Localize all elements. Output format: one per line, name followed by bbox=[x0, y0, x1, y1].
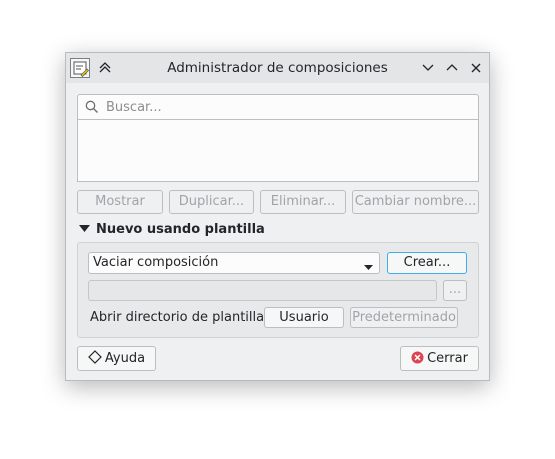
help-label: Ayuda bbox=[104, 351, 146, 366]
new-from-template-label: Nuevo usando plantilla bbox=[96, 222, 265, 237]
delete-button[interactable]: Eliminar... bbox=[260, 190, 346, 214]
maximize-chevron-up-icon[interactable] bbox=[443, 59, 461, 77]
create-button[interactable]: Crear... bbox=[387, 252, 467, 274]
duplicate-button[interactable]: Duplicar... bbox=[169, 190, 254, 214]
open-template-dir-label: Abrir directorio de plantillas bbox=[90, 310, 271, 325]
show-button[interactable]: Mostrar bbox=[77, 190, 163, 214]
template-select[interactable]: Vaciar composición bbox=[88, 252, 380, 274]
rename-button[interactable]: Cambiar nombre... bbox=[352, 190, 479, 214]
browse-button[interactable]: ... bbox=[443, 280, 467, 301]
new-from-template-header[interactable]: Nuevo usando plantilla bbox=[79, 222, 265, 237]
close-circle-icon bbox=[411, 349, 424, 370]
close-icon[interactable] bbox=[467, 59, 485, 77]
compositions-list[interactable] bbox=[77, 119, 479, 182]
close-label: Cerrar bbox=[427, 351, 468, 366]
help-diamond-icon bbox=[88, 349, 102, 370]
user-dir-button[interactable]: Usuario bbox=[264, 307, 344, 328]
search-icon bbox=[85, 100, 99, 118]
search-input[interactable]: Buscar... bbox=[77, 94, 479, 120]
help-button[interactable]: Ayuda bbox=[77, 346, 156, 371]
collapse-triangle-icon bbox=[79, 222, 90, 237]
dropdown-arrow-icon bbox=[364, 260, 373, 275]
search-placeholder: Buscar... bbox=[106, 100, 162, 115]
title-bar: Administrador de composiciones bbox=[66, 53, 489, 83]
template-select-value: Vaciar composición bbox=[93, 255, 219, 270]
close-button[interactable]: Cerrar bbox=[400, 346, 479, 371]
template-path-field[interactable] bbox=[88, 280, 437, 301]
composition-manager-dialog: Administrador de composiciones Buscar...… bbox=[65, 52, 490, 381]
default-dir-button[interactable]: Predeterminado bbox=[350, 307, 458, 328]
minimize-chevron-down-icon[interactable] bbox=[419, 59, 437, 77]
